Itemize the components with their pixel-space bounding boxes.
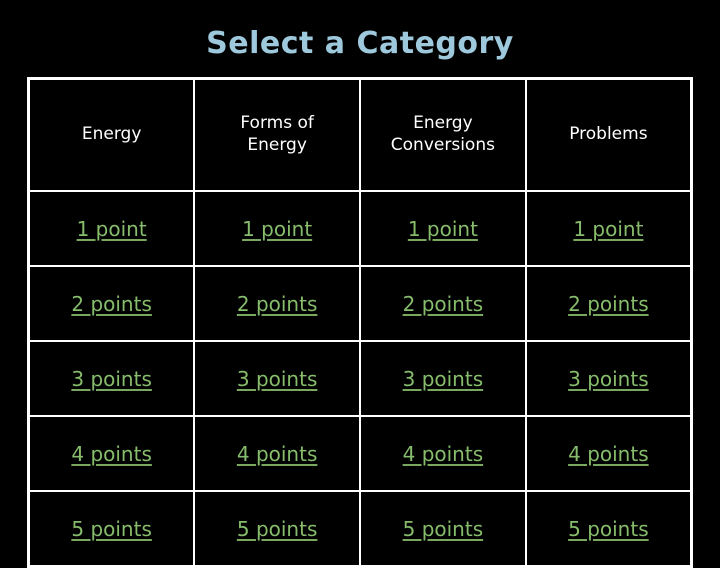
point-link[interactable]: 4 points [237,442,318,466]
cell-energy-conversions-2[interactable]: 2 points [359,265,527,342]
point-link[interactable]: 2 points [568,292,649,316]
cell-forms-of-energy-3[interactable]: 3 points [193,340,361,417]
cell-energy-conversions-5[interactable]: 5 points [359,490,527,568]
table-row: 2 points 2 points 2 points 2 points [27,265,693,342]
point-link[interactable]: 1 point [242,217,312,241]
point-link[interactable]: 1 point [77,217,147,241]
cell-energy-1[interactable]: 1 point [27,190,196,267]
column-header-label: Energy [81,124,142,145]
jeopardy-slide: Select a Category Energy Forms of Energy… [0,0,720,568]
cell-forms-of-energy-5[interactable]: 5 points [193,490,361,568]
column-header-problems: Problems [524,77,693,192]
point-link[interactable]: 5 points [403,517,484,541]
cell-problems-3[interactable]: 3 points [524,340,693,417]
table-row: 4 points 4 points 4 points 4 points [27,415,693,492]
point-link[interactable]: 1 point [573,217,643,241]
cell-energy-4[interactable]: 4 points [27,415,196,492]
cell-energy-5[interactable]: 5 points [27,490,196,568]
cell-energy-2[interactable]: 2 points [27,265,196,342]
point-link[interactable]: 3 points [403,367,484,391]
column-header-label-line1: Energy [413,113,473,134]
point-link[interactable]: 2 points [71,292,152,316]
table-row: 5 points 5 points 5 points 5 points [27,490,693,568]
cell-forms-of-energy-1[interactable]: 1 point [193,190,361,267]
point-link[interactable]: 2 points [403,292,484,316]
point-link[interactable]: 4 points [568,442,649,466]
cell-energy-conversions-1[interactable]: 1 point [359,190,527,267]
cell-energy-conversions-4[interactable]: 4 points [359,415,527,492]
cell-energy-conversions-3[interactable]: 3 points [359,340,527,417]
table-body: 1 point 1 point 1 point 1 point 2 points… [27,190,693,568]
point-link[interactable]: 1 point [408,217,478,241]
point-link[interactable]: 5 points [237,517,318,541]
point-link[interactable]: 2 points [237,292,318,316]
cell-problems-5[interactable]: 5 points [524,490,693,568]
point-link[interactable]: 5 points [71,517,152,541]
column-header-label: Problems [569,124,648,145]
table-row: 3 points 3 points 3 points 3 points [27,340,693,417]
page-title: Select a Category [206,26,514,61]
table-header-row: Energy Forms of Energy Energy Conversion… [27,77,693,192]
column-header-forms-of-energy: Forms of Energy [193,77,361,192]
cell-problems-2[interactable]: 2 points [524,265,693,342]
point-link[interactable]: 3 points [568,367,649,391]
cell-problems-1[interactable]: 1 point [524,190,693,267]
point-link[interactable]: 5 points [568,517,649,541]
point-link[interactable]: 4 points [403,442,484,466]
column-header-label-line2: Energy [247,135,307,155]
point-link[interactable]: 4 points [71,442,152,466]
column-header-label-line2: Conversions [390,135,495,155]
column-header-energy-conversions: Energy Conversions [359,77,527,192]
column-header-label-line1: Forms of [240,113,314,134]
cell-problems-4[interactable]: 4 points [524,415,693,492]
cell-energy-3[interactable]: 3 points [27,340,196,417]
table-header: Energy Forms of Energy Energy Conversion… [27,77,693,192]
cell-forms-of-energy-4[interactable]: 4 points [193,415,361,492]
category-table: Energy Forms of Energy Energy Conversion… [27,77,693,568]
column-header-energy: Energy [27,77,196,192]
point-link[interactable]: 3 points [237,367,318,391]
table-row: 1 point 1 point 1 point 1 point [27,190,693,267]
cell-forms-of-energy-2[interactable]: 2 points [193,265,361,342]
point-link[interactable]: 3 points [71,367,152,391]
